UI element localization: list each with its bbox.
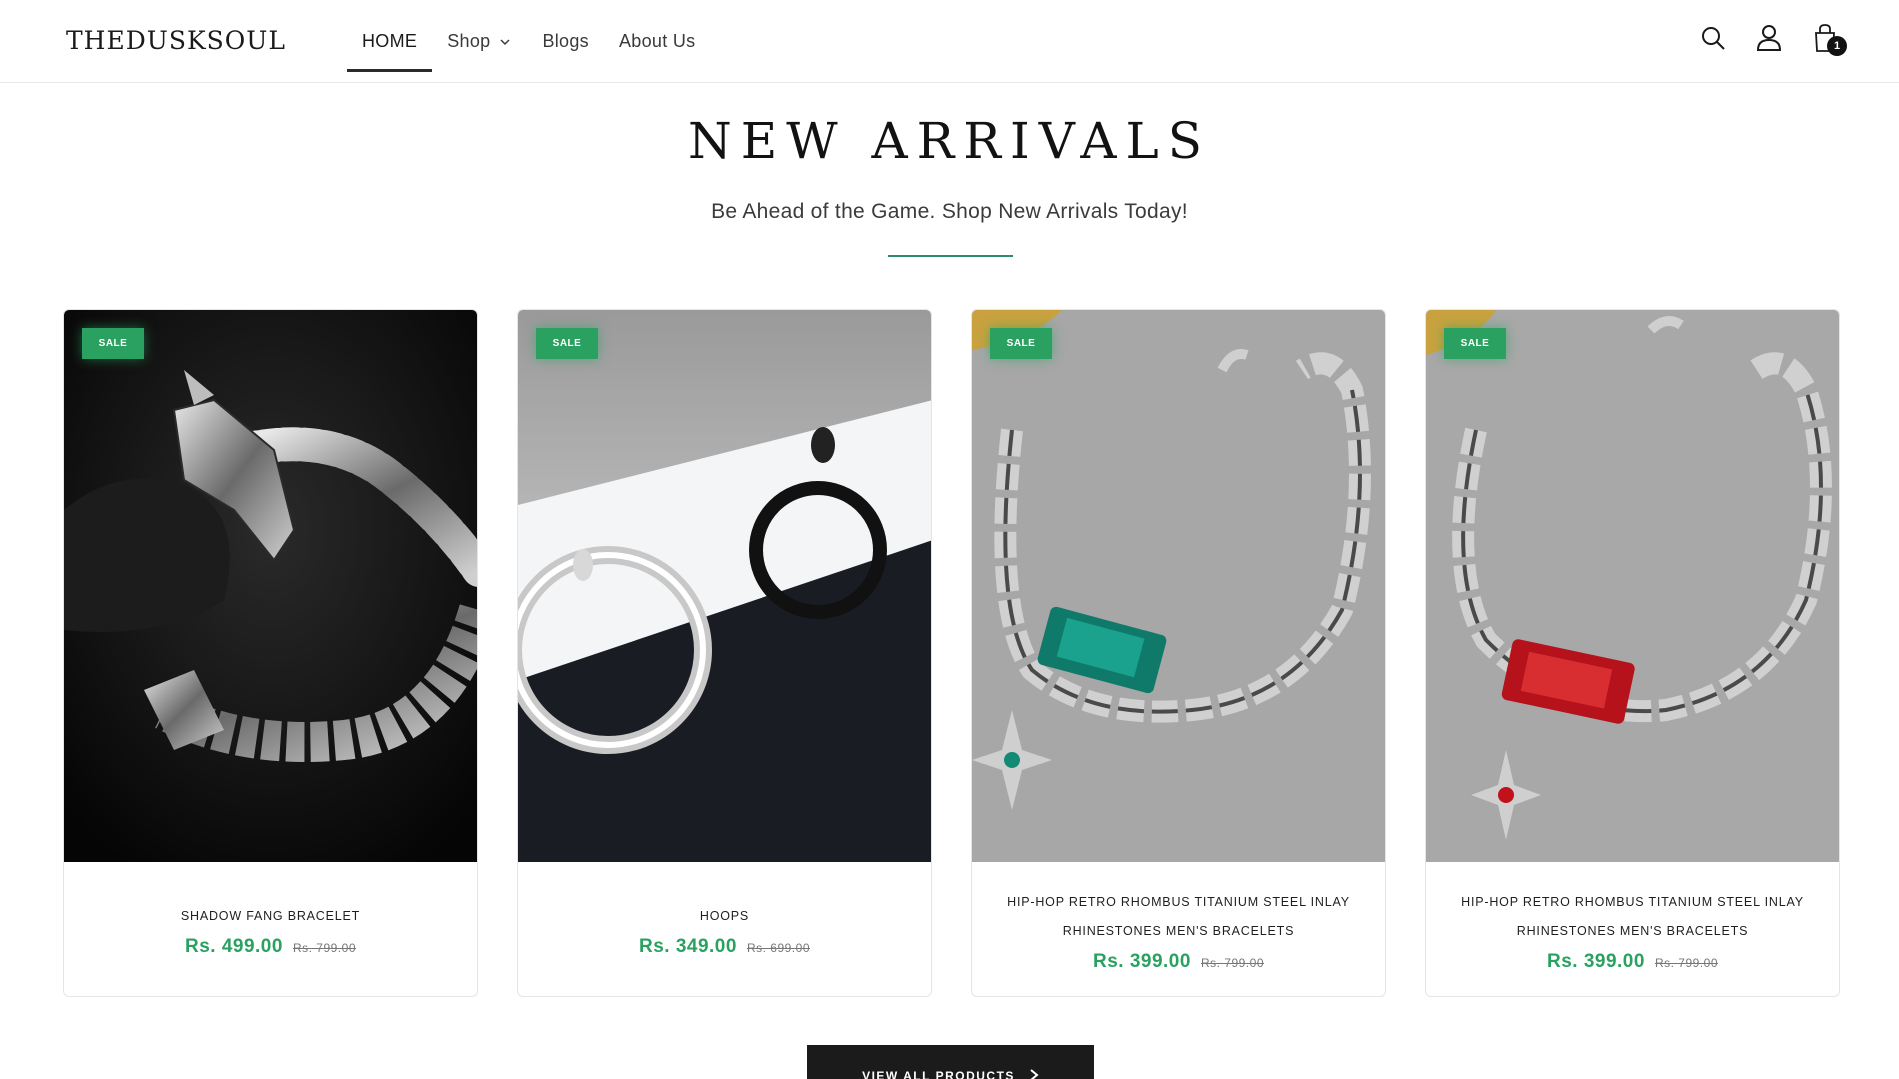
section-subtitle: Be Ahead of the Game. Shop New Arrivals … <box>711 200 1188 223</box>
product-prices: Rs. 399.00 Rs. 799.00 <box>1093 951 1264 973</box>
product-name[interactable]: SHADOW FANG BRACELET <box>181 902 360 931</box>
sale-price: Rs. 399.00 <box>1092 950 1191 972</box>
product-grid: SALE SHADOW FANG BRACELET Rs. 499.00 Rs.… <box>63 309 1840 997</box>
view-all-products-button[interactable]: VIEW ALL PRODUCTS <box>807 1045 1094 1079</box>
nav-item-about-us[interactable]: About Us <box>604 0 710 83</box>
view-all-label: VIEW ALL PRODUCTS <box>862 1069 1015 1079</box>
compare-price: Rs. 799.00 <box>1654 955 1718 970</box>
title-divider <box>888 255 1013 257</box>
account-icon <box>1756 25 1782 51</box>
product-info: SHADOW FANG BRACELET Rs. 499.00 Rs. 799.… <box>64 862 477 996</box>
nav-item-shop[interactable]: Shop <box>432 0 527 83</box>
product-prices: Rs. 399.00 Rs. 799.00 <box>1547 951 1718 973</box>
product-prices: Rs. 349.00 Rs. 699.00 <box>639 936 810 958</box>
sale-badge: SALE <box>82 328 144 359</box>
product-image[interactable]: SALE <box>1426 310 1839 862</box>
nav-item-label: Shop <box>447 31 491 51</box>
hoops-image <box>518 310 931 862</box>
product-prices: Rs. 499.00 Rs. 799.00 <box>185 936 356 958</box>
product-name[interactable]: HIP-HOP RETRO RHOMBUS TITANIUM STEEL INL… <box>1446 888 1819 946</box>
section-title: NEW ARRIVALS <box>688 112 1211 170</box>
product-name[interactable]: HIP-HOP RETRO RHOMBUS TITANIUM STEEL INL… <box>992 888 1365 946</box>
account-button[interactable] <box>1755 22 1783 54</box>
search-button[interactable] <box>1699 22 1727 54</box>
product-card[interactable]: SALE HOOPS Rs. 349.00 Rs. 699.00 <box>517 309 932 997</box>
sale-badge: SALE <box>990 328 1052 359</box>
product-image[interactable]: SALE <box>518 310 931 862</box>
green-bracelet-image <box>972 310 1385 862</box>
nav-item-label: Blogs <box>542 31 589 51</box>
product-info: HIP-HOP RETRO RHOMBUS TITANIUM STEEL INL… <box>972 862 1385 996</box>
red-bracelet-image <box>1426 310 1839 862</box>
product-image[interactable]: SALE <box>64 310 477 862</box>
compare-price: Rs. 799.00 <box>292 941 356 955</box>
nav-item-label: HOME <box>362 31 418 51</box>
sale-price: Rs. 399.00 <box>1546 950 1645 972</box>
compare-price: Rs. 799.00 <box>1200 955 1264 970</box>
site-header: THEDUSKSOUL HOME Shop Blogs About Us 1 <box>0 0 1899 83</box>
sale-price: Rs. 349.00 <box>638 936 737 957</box>
sale-price: Rs. 499.00 <box>184 936 283 957</box>
header-icons: 1 <box>1699 22 1847 56</box>
product-info: HOOPS Rs. 349.00 Rs. 699.00 <box>518 862 931 996</box>
product-info: HIP-HOP RETRO RHOMBUS TITANIUM STEEL INL… <box>1426 862 1839 996</box>
chevron-right-icon <box>1030 1069 1039 1079</box>
nav-item-label: About Us <box>618 31 696 51</box>
cart-count-badge: 1 <box>1827 36 1847 56</box>
product-card[interactable]: SALE HIP-HOP RETRO RHOMBUS TITANIUM STEE… <box>1425 309 1840 997</box>
search-icon <box>1702 27 1725 50</box>
site-logo[interactable]: THEDUSKSOUL <box>66 26 286 55</box>
product-name[interactable]: HOOPS <box>700 902 749 931</box>
compare-price: Rs. 699.00 <box>746 941 810 955</box>
product-card[interactable]: SALE SHADOW FANG BRACELET Rs. 499.00 Rs.… <box>63 309 478 997</box>
cart-button[interactable]: 1 <box>1811 22 1847 56</box>
nav-item-home[interactable]: HOME <box>347 0 433 83</box>
main-nav: HOME Shop Blogs About Us <box>347 0 710 83</box>
dragon-bracelet-image <box>64 310 477 862</box>
product-image[interactable]: SALE <box>972 310 1385 862</box>
chevron-down-icon <box>500 38 510 45</box>
nav-item-blogs[interactable]: Blogs <box>527 0 604 83</box>
sale-badge: SALE <box>1444 328 1506 359</box>
product-card[interactable]: SALE HIP-HOP RETRO RHOMBUS TITANIUM STEE… <box>971 309 1386 997</box>
sale-badge: SALE <box>536 328 598 359</box>
